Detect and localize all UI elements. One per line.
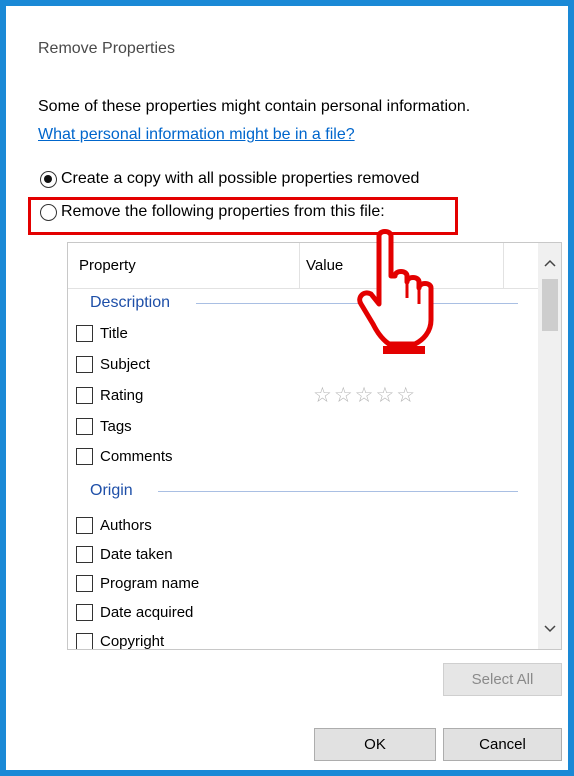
list-item-tags[interactable]: Tags bbox=[76, 414, 132, 438]
intro-text: Some of these properties might contain p… bbox=[38, 98, 471, 115]
select-all-button[interactable]: Select All bbox=[443, 663, 562, 696]
group-divider bbox=[158, 491, 518, 492]
list-item-subject[interactable]: Subject bbox=[76, 352, 150, 376]
property-label: Subject bbox=[100, 355, 151, 373]
rating-stars: ☆☆☆☆☆ bbox=[313, 384, 418, 407]
property-label: Comments bbox=[100, 447, 173, 465]
property-list: Property Value Description Title Subject… bbox=[67, 242, 562, 650]
list-item-title[interactable]: Title bbox=[76, 321, 128, 345]
list-item-authors[interactable]: Authors bbox=[76, 513, 152, 537]
property-label: Authors bbox=[100, 516, 152, 534]
radio-create-copy[interactable]: Create a copy with all possible properti… bbox=[40, 170, 419, 188]
radio-create-copy-label: Create a copy with all possible properti… bbox=[61, 170, 420, 187]
scroll-thumb[interactable] bbox=[542, 279, 558, 331]
checkbox-comments[interactable] bbox=[76, 447, 93, 465]
radio-create-copy-indicator[interactable] bbox=[40, 170, 57, 188]
hand-pointer-icon bbox=[357, 229, 434, 354]
property-label: Date acquired bbox=[100, 603, 194, 621]
checkbox-date-taken[interactable] bbox=[76, 545, 93, 563]
list-item-program-name[interactable]: Program name bbox=[76, 571, 199, 595]
list-item-copyright[interactable]: Copyright bbox=[76, 629, 165, 650]
cancel-button[interactable]: Cancel bbox=[443, 728, 562, 761]
checkbox-title[interactable] bbox=[76, 324, 93, 342]
checkbox-tags[interactable] bbox=[76, 417, 93, 435]
checkbox-copyright[interactable] bbox=[76, 632, 93, 649]
column-header-property[interactable]: Property bbox=[68, 243, 300, 289]
property-label: Program name bbox=[100, 574, 200, 592]
ok-button[interactable]: OK bbox=[314, 728, 436, 761]
checkbox-rating[interactable] bbox=[76, 386, 93, 404]
list-item-date-acquired[interactable]: Date acquired bbox=[76, 600, 193, 624]
vertical-scrollbar[interactable] bbox=[538, 243, 561, 649]
group-header-description: Description bbox=[90, 294, 171, 311]
scroll-up-icon[interactable] bbox=[538, 251, 561, 275]
property-label: Tags bbox=[100, 417, 132, 435]
checkbox-program-name[interactable] bbox=[76, 574, 93, 592]
list-item-comments[interactable]: Comments bbox=[76, 444, 173, 468]
property-label: Copyright bbox=[100, 632, 165, 650]
list-item-rating[interactable]: Rating bbox=[76, 383, 143, 407]
checkbox-authors[interactable] bbox=[76, 516, 93, 534]
property-label: Date taken bbox=[100, 545, 173, 563]
remove-properties-dialog: Remove Properties Some of these properti… bbox=[0, 0, 574, 776]
list-header: Property Value bbox=[68, 243, 538, 289]
personal-info-link[interactable]: What personal information might be in a … bbox=[38, 126, 355, 144]
checkbox-date-acquired[interactable] bbox=[76, 603, 93, 621]
scroll-down-icon[interactable] bbox=[538, 617, 561, 641]
property-label: Title bbox=[100, 324, 128, 342]
window-title: Remove Properties bbox=[38, 40, 175, 57]
list-item-date-taken[interactable]: Date taken bbox=[76, 542, 173, 566]
group-header-origin: Origin bbox=[90, 482, 133, 499]
checkbox-subject[interactable] bbox=[76, 355, 93, 373]
property-label: Rating bbox=[100, 386, 144, 404]
